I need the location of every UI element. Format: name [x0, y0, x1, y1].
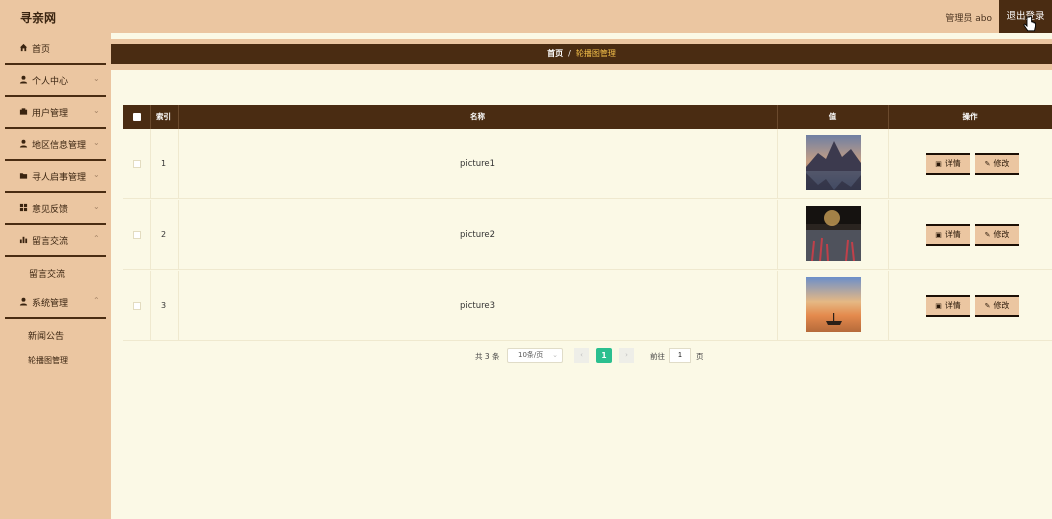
row-name: picture2	[459, 230, 496, 240]
document-icon: ▣	[935, 231, 942, 239]
goto-label: 前往	[650, 352, 665, 361]
sidebar-item-system-management[interactable]: 系统管理 ⌃	[0, 287, 106, 317]
edit-button[interactable]: ✎ 修改	[975, 153, 1019, 175]
column-header-name: 名称	[470, 112, 485, 121]
sidebar-subitem-message-exchange[interactable]: 留言交流	[29, 267, 65, 280]
admin-label: 管理员 abo	[945, 14, 992, 24]
row-name: picture3	[459, 301, 496, 311]
column-header-actions: 操作	[962, 112, 978, 121]
sidebar-item-feedback[interactable]: 意见反馈 ⌄	[0, 193, 106, 223]
sidebar-item-label: 首页	[32, 45, 51, 55]
row-checkbox[interactable]	[133, 302, 141, 310]
edit-button[interactable]: ✎ 修改	[975, 295, 1019, 317]
chevron-down-icon: ⌄	[93, 106, 100, 115]
sidebar-divider	[5, 317, 106, 319]
column-divider	[777, 271, 778, 341]
sidebar-item-label: 系统管理	[32, 299, 69, 309]
user-icon	[19, 75, 28, 84]
document-icon: ▣	[935, 160, 942, 168]
column-header-index: 索引	[156, 112, 171, 121]
column-divider	[777, 200, 778, 270]
select-all-checkbox[interactable]	[133, 113, 141, 121]
chevron-down-icon: ⌄	[93, 74, 100, 83]
chevron-down-icon: ⌄	[93, 138, 100, 147]
page-size-select[interactable]: 10条/页 ⌄	[507, 348, 563, 363]
column-header-value: 值	[828, 112, 837, 121]
row-index: 1	[160, 159, 167, 168]
sidebar: 首页 个人中心 ⌄ 用户管理 ⌄ 地区信息管理 ⌄ 寻人启事管理 ⌄ 意见反馈 …	[0, 33, 111, 519]
sidebar-item-missing-person-management[interactable]: 寻人启事管理 ⌄	[0, 161, 106, 191]
carousel-thumbnail	[806, 135, 861, 190]
user-icon	[19, 297, 28, 306]
chevron-up-icon: ⌃	[93, 234, 100, 243]
column-divider	[888, 129, 889, 199]
sidebar-item-home[interactable]: 首页	[0, 33, 106, 63]
user-icon	[19, 139, 28, 148]
edit-icon: ✎	[984, 231, 991, 239]
goto-page-input[interactable]	[669, 348, 691, 363]
row-checkbox[interactable]	[133, 231, 141, 239]
detail-button[interactable]: ▣ 详情	[926, 295, 970, 317]
row-checkbox[interactable]	[133, 160, 141, 168]
document-icon: ▣	[935, 302, 942, 310]
edit-button[interactable]: ✎ 修改	[975, 224, 1019, 246]
table-row: 1 picture1 ▣ 详情 ✎ 修改	[123, 129, 1052, 199]
chevron-up-icon: ⌃	[93, 296, 100, 305]
home-icon	[19, 43, 28, 52]
edit-icon: ✎	[984, 160, 991, 168]
grid-icon	[19, 203, 28, 212]
page-suffix: 页	[696, 352, 704, 361]
hand-cursor-icon	[1023, 16, 1036, 32]
chevron-down-icon: ⌄	[552, 351, 558, 359]
brand-title: 寻亲网	[20, 11, 57, 25]
detail-button[interactable]: ▣ 详情	[926, 153, 970, 175]
users-icon	[19, 107, 28, 116]
detail-button[interactable]: ▣ 详情	[926, 224, 970, 246]
page-number-current[interactable]: 1	[596, 348, 612, 363]
column-divider	[777, 129, 778, 199]
table-row: 3 picture3 ▣ 详情 ✎ 修改	[123, 271, 1052, 341]
pagination-total: 共 3 条	[475, 352, 500, 361]
row-index: 3	[160, 301, 167, 310]
pagination: 共 3 条 10条/页 ⌄ ‹ 1 › 前往 页	[0, 347, 1052, 363]
sidebar-item-message-exchange[interactable]: 留言交流 ⌃	[0, 225, 106, 255]
prev-page-button[interactable]: ‹	[574, 348, 589, 363]
header-strip	[111, 64, 1052, 70]
table-row: 2 picture2 ▣ 详情 ✎ 修改	[123, 200, 1052, 270]
breadcrumb: 首页 / 轮播图管理	[111, 44, 1052, 64]
sidebar-item-personal-center[interactable]: 个人中心 ⌄	[0, 65, 106, 95]
row-index: 2	[160, 230, 167, 239]
column-divider	[888, 271, 889, 341]
next-page-button[interactable]: ›	[619, 348, 634, 363]
bar-chart-icon	[19, 235, 28, 244]
breadcrumb-home[interactable]: 首页	[547, 49, 563, 58]
sidebar-item-region-management[interactable]: 地区信息管理 ⌄	[0, 129, 106, 159]
row-name: picture1	[459, 159, 496, 169]
sidebar-item-label: 寻人启事管理	[32, 173, 87, 183]
edit-icon: ✎	[984, 302, 991, 310]
sidebar-divider	[5, 255, 106, 257]
breadcrumb-current: 轮播图管理	[575, 49, 616, 58]
sidebar-item-label: 个人中心	[32, 77, 69, 87]
sidebar-item-label: 意见反馈	[32, 205, 69, 215]
table-header: 索引 名称 值 操作	[123, 105, 1052, 129]
column-divider	[888, 200, 889, 270]
folder-icon	[19, 171, 28, 180]
breadcrumb-separator: /	[568, 49, 571, 58]
carousel-thumbnail	[806, 206, 861, 261]
sidebar-item-user-management[interactable]: 用户管理 ⌄	[0, 97, 106, 127]
chevron-down-icon: ⌄	[93, 170, 100, 179]
sidebar-item-label: 地区信息管理	[32, 141, 87, 151]
sidebar-subitem-news[interactable]: 新闻公告	[28, 329, 64, 342]
carousel-thumbnail	[806, 277, 861, 332]
chevron-down-icon: ⌄	[93, 202, 100, 211]
sidebar-item-label: 用户管理	[32, 109, 69, 119]
top-bar: 寻亲网 管理员 abo 退出登录	[0, 0, 1052, 33]
sidebar-item-label: 留言交流	[32, 237, 69, 247]
